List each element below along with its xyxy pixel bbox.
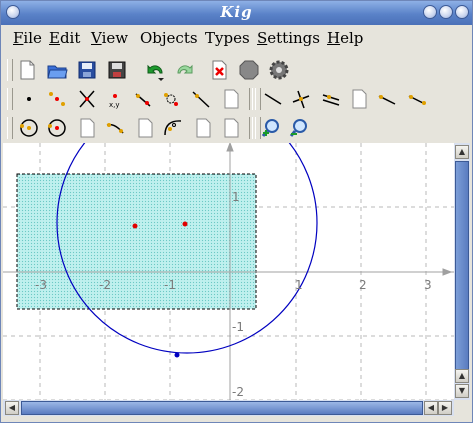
circles-toolbar xyxy=(3,114,323,144)
save-icon[interactable] xyxy=(75,58,99,82)
blank-page-icon[interactable] xyxy=(347,87,371,111)
arc-icon[interactable] xyxy=(103,116,127,140)
scroll-up-button[interactable]: ▲ xyxy=(455,145,469,159)
scroll-left-button-right[interactable]: ◀ xyxy=(424,401,438,415)
save-as-icon[interactable] xyxy=(105,58,129,82)
x-tick-label: -2 xyxy=(99,278,111,292)
menu-types[interactable]: Types xyxy=(205,29,250,47)
parallel-icon[interactable] xyxy=(319,87,343,111)
vector-icon[interactable] xyxy=(405,87,429,111)
menu-view[interactable]: View xyxy=(91,29,128,47)
menu-objects[interactable]: Objects xyxy=(140,29,198,47)
minimize-button[interactable] xyxy=(439,5,453,19)
toolbar-grip[interactable] xyxy=(7,117,13,139)
x-tick-label: -3 xyxy=(35,278,47,292)
scroll-up-button-lower[interactable]: ▲ xyxy=(455,369,469,383)
conic-icon[interactable] xyxy=(161,116,185,140)
horizontal-scroll-thumb[interactable] xyxy=(21,401,423,415)
toolbar-grip[interactable] xyxy=(7,59,13,81)
blank-page-icon[interactable] xyxy=(75,116,99,140)
vertical-scrollbar[interactable]: ▲ ▲ ▼ xyxy=(454,143,470,400)
delete-objects-icon[interactable] xyxy=(207,58,231,82)
point-on-circle xyxy=(174,352,180,358)
point-on-curve-icon[interactable] xyxy=(131,87,155,111)
zoom-out-icon[interactable] xyxy=(287,116,311,140)
x-tick-label: 1 xyxy=(295,278,303,292)
segment-icon[interactable] xyxy=(261,87,285,111)
zoom-in-icon[interactable] xyxy=(259,116,283,140)
x-tick-label: -1 xyxy=(164,278,176,292)
scroll-right-button[interactable]: ▶ xyxy=(438,401,452,415)
y-tick-label: -2 xyxy=(232,385,244,399)
scroll-corner xyxy=(454,400,470,416)
undo-icon[interactable] xyxy=(143,58,167,82)
kig-window: Kig File Edit View Objects Types Setting… xyxy=(0,0,473,423)
toolbar-separator xyxy=(249,117,253,139)
menu-edit[interactable]: Edit xyxy=(49,29,80,47)
drawing-canvas[interactable]: -3 -2 -1 1 2 3 1 -1 -2 xyxy=(3,143,454,400)
points-lines-toolbar: x,y xyxy=(3,85,443,115)
scroll-left-button[interactable]: ◀ xyxy=(5,401,19,415)
toolbar-grip[interactable] xyxy=(7,88,13,110)
intersection-icon[interactable] xyxy=(75,87,99,111)
line-by-two-points-icon[interactable] xyxy=(189,87,213,111)
point-object xyxy=(182,221,188,227)
sticky-button[interactable] xyxy=(423,5,437,19)
title-bar[interactable]: Kig xyxy=(1,1,472,25)
circle-by-center-icon[interactable] xyxy=(17,116,41,140)
selection-rectangle xyxy=(16,173,257,310)
x-tick-label: 3 xyxy=(424,278,432,292)
stop-icon[interactable] xyxy=(237,58,261,82)
window-title: Kig xyxy=(220,3,253,21)
circle-by-three-points-icon[interactable] xyxy=(45,116,69,140)
open-folder-icon[interactable] xyxy=(45,58,69,82)
menu-file[interactable]: File xyxy=(13,29,42,47)
blank-page-icon[interactable] xyxy=(191,116,215,140)
new-document-icon[interactable] xyxy=(15,58,39,82)
blank-page-icon[interactable] xyxy=(219,87,243,111)
blank-page-icon[interactable] xyxy=(133,116,157,140)
redo-icon[interactable] xyxy=(173,58,197,82)
menu-help[interactable]: Help xyxy=(327,29,363,47)
x-tick-label: 2 xyxy=(359,278,367,292)
menu-settings[interactable]: Settings xyxy=(257,29,320,47)
perpendicular-icon[interactable] xyxy=(289,87,313,111)
point-by-coordinates-icon[interactable]: x,y xyxy=(103,87,127,111)
point-object xyxy=(132,223,138,229)
scroll-down-button[interactable]: ▼ xyxy=(455,384,469,398)
point-icon[interactable] xyxy=(17,87,41,111)
vertical-scroll-thumb[interactable] xyxy=(455,161,469,379)
blank-page-icon[interactable] xyxy=(219,116,243,140)
svg-text:x,y: x,y xyxy=(109,101,120,109)
horizontal-scrollbar[interactable]: ◀ ◀ ▶ xyxy=(3,400,454,416)
close-button[interactable] xyxy=(455,5,469,19)
mirror-point-icon[interactable] xyxy=(159,87,183,111)
ray-icon[interactable] xyxy=(375,87,399,111)
toolbar-separator xyxy=(249,88,253,110)
geometry-svg[interactable]: -3 -2 -1 1 2 3 1 -1 -2 xyxy=(3,143,454,400)
y-tick-label: 1 xyxy=(232,190,240,204)
configure-icon[interactable] xyxy=(267,58,291,82)
main-toolbar xyxy=(3,56,303,86)
midpoint-icon[interactable] xyxy=(45,87,69,111)
y-tick-label: -1 xyxy=(232,320,244,334)
